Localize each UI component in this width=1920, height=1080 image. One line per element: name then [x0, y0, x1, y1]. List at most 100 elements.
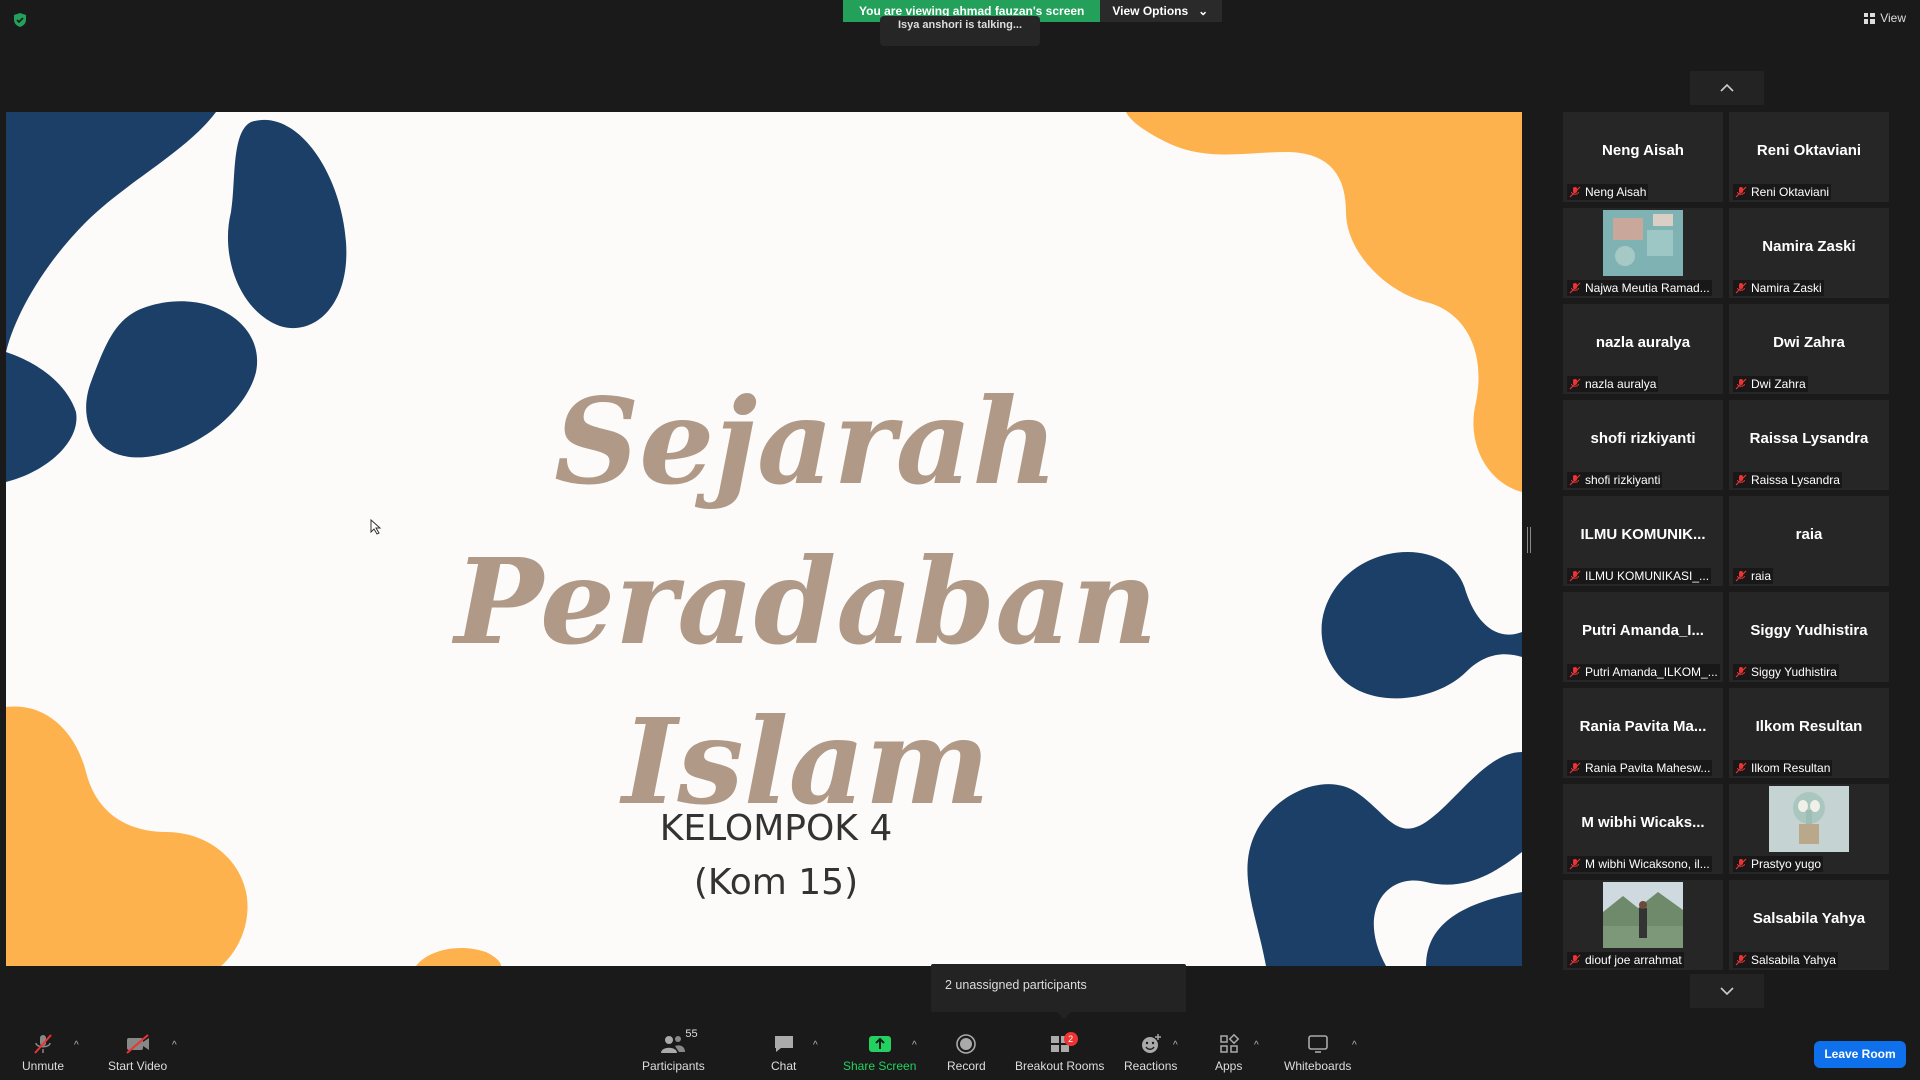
participant-tile[interactable]: Raissa Lysandra Raissa Lysandra [1729, 400, 1889, 490]
participant-name-label: Prastyo yugo [1733, 856, 1824, 872]
apps-icon [1219, 1033, 1239, 1053]
gallery-scroll-down-button[interactable] [1690, 974, 1764, 1008]
participant-photo [1603, 210, 1683, 276]
reactions-button[interactable]: Reactions [1124, 1030, 1177, 1073]
chat-label: Chat [771, 1059, 797, 1073]
participant-tile[interactable]: Reni Oktaviani Reni Oktaviani [1729, 112, 1889, 202]
active-speaker-indicator: Isya anshori is talking... [880, 16, 1040, 46]
view-options-button[interactable]: View Options ⌄ [1100, 0, 1223, 22]
participant-name: Ilkom Resultan [1751, 761, 1831, 775]
participant-name: Dwi Zahra [1751, 377, 1806, 391]
reactions-label: Reactions [1124, 1059, 1178, 1073]
share-options-caret[interactable]: ^ [912, 1040, 917, 1051]
participant-display-name: Salsabila Yahya [1752, 910, 1866, 927]
participant-display-name: Namira Zaski [1762, 238, 1856, 255]
chat-button[interactable]: Chat [771, 1030, 796, 1073]
participant-display-name: Siggy Yudhistira [1750, 622, 1868, 639]
view-button[interactable]: View [1864, 11, 1906, 25]
microphone-muted-icon [1735, 762, 1747, 774]
whiteboard-icon [1307, 1035, 1328, 1053]
participant-name: shofi rizkiyanti [1585, 473, 1661, 487]
participant-name-label: Neng Aisah [1567, 184, 1649, 200]
participant-display-name: Reni Oktaviani [1756, 142, 1862, 159]
unmute-label: Unmute [22, 1059, 65, 1073]
participant-tile[interactable]: shofi rizkiyanti shofi rizkiyanti [1563, 400, 1723, 490]
participant-tile[interactable]: Najwa Meutia Ramad... [1563, 208, 1723, 298]
start-video-label: Start Video [108, 1059, 168, 1073]
participant-tile[interactable]: Rania Pavita Ma... Rania Pavita Mahesw... [1563, 688, 1723, 778]
chevron-up-icon [1720, 84, 1734, 92]
microphone-muted-icon [1569, 282, 1581, 294]
microphone-muted-icon [1569, 858, 1581, 870]
slide-subtitle: KELOMPOK 4 (Kom 15) [506, 802, 1046, 910]
apps-options-caret[interactable]: ^ [1254, 1040, 1259, 1051]
unmute-button[interactable]: Unmute [22, 1030, 64, 1073]
chat-options-caret[interactable]: ^ [813, 1040, 818, 1051]
whiteboards-options-caret[interactable]: ^ [1352, 1040, 1357, 1051]
participant-name-label: Siggy Yudhistira [1733, 664, 1839, 680]
microphone-muted-icon [1735, 666, 1747, 678]
microphone-muted-icon [1569, 666, 1581, 678]
gallery-scroll-up-button[interactable] [1690, 71, 1764, 105]
participant-tile[interactable]: diouf joe arrahmat [1563, 880, 1723, 970]
participant-tile[interactable]: Siggy Yudhistira Siggy Yudhistira [1729, 592, 1889, 682]
share-screen-button[interactable]: Share Screen [843, 1030, 916, 1073]
participant-name: Salsabila Yahya [1751, 953, 1836, 967]
participant-tile[interactable]: Putri Amanda_I... Putri Amanda_ILKOM_... [1563, 592, 1723, 682]
participant-tile[interactable]: Neng Aisah Neng Aisah [1563, 112, 1723, 202]
microphone-muted-icon [1569, 570, 1581, 582]
view-options-label: View Options [1112, 4, 1189, 18]
participant-name-label: Reni Oktaviani [1733, 184, 1832, 200]
slide-subtitle-line2: (Kom 15) [693, 862, 859, 903]
microphone-muted-icon [1735, 378, 1747, 390]
breakout-rooms-label: Breakout Rooms [1015, 1059, 1105, 1073]
microphone-muted-icon [1735, 858, 1747, 870]
record-label: Record [947, 1059, 986, 1073]
participant-tile[interactable]: M wibhi Wicaks... M wibhi Wicaksono, il..… [1563, 784, 1723, 874]
microphone-muted-icon [1735, 474, 1747, 486]
microphone-muted-icon [1569, 762, 1581, 774]
leave-room-button[interactable]: Leave Room [1814, 1041, 1906, 1068]
participant-display-name: Ilkom Resultan [1755, 718, 1863, 735]
apps-button[interactable]: Apps [1215, 1030, 1242, 1073]
participant-display-name: raia [1795, 526, 1823, 543]
participant-display-name: Rania Pavita Ma... [1579, 718, 1707, 735]
video-options-caret[interactable]: ^ [172, 1040, 177, 1051]
whiteboards-label: Whiteboards [1284, 1059, 1352, 1073]
participant-gallery: Neng Aisah Neng Aisah Reni Oktaviani Reni O… [1563, 112, 1893, 970]
participant-tile[interactable]: Namira Zaski Namira Zaski [1729, 208, 1889, 298]
reactions-options-caret[interactable]: ^ [1173, 1040, 1178, 1051]
panel-resize-handle[interactable] [1527, 527, 1531, 553]
participant-name-label: Najwa Meutia Ramad... [1567, 280, 1712, 296]
start-video-button[interactable]: Start Video [108, 1030, 167, 1073]
participant-tile[interactable]: Ilkom Resultan Ilkom Resultan [1729, 688, 1889, 778]
participant-tile[interactable]: nazla auralya nazla auralya [1563, 304, 1723, 394]
unassigned-participants-tooltip: 2 unassigned participants [931, 964, 1186, 1019]
participant-name: Putri Amanda_ILKOM_... [1585, 665, 1718, 679]
slide-title-line1: Sejarah Peradaban [454, 372, 1158, 671]
audio-options-caret[interactable]: ^ [74, 1040, 79, 1051]
whiteboards-button[interactable]: Whiteboards [1284, 1030, 1351, 1073]
microphone-muted-icon [34, 1034, 52, 1054]
participant-tile[interactable]: Dwi Zahra Dwi Zahra [1729, 304, 1889, 394]
participant-name-label: Dwi Zahra [1733, 376, 1808, 392]
participant-name: Siggy Yudhistira [1751, 665, 1837, 679]
security-shield-icon[interactable] [12, 12, 28, 28]
participants-button[interactable]: 55 Participants [642, 1028, 705, 1073]
participant-tile[interactable]: Prastyo yugo [1729, 784, 1889, 874]
breakout-rooms-button[interactable]: 2 Breakout Rooms [1015, 1030, 1104, 1073]
grid-view-icon [1864, 12, 1876, 24]
participant-display-name: Dwi Zahra [1773, 334, 1845, 351]
participant-name-label: raia [1733, 568, 1774, 584]
shared-screen-slide: Sejarah Peradaban Islam KELOMPOK 4 (Kom … [6, 112, 1522, 966]
participant-name: nazla auralya [1585, 377, 1657, 391]
participant-tile[interactable]: raia raia [1729, 496, 1889, 586]
record-button[interactable]: Record [947, 1030, 986, 1073]
participant-tile[interactable]: ILMU KOMUNIK... ILMU KOMUNIKASI_... [1563, 496, 1723, 586]
video-off-icon [125, 1034, 149, 1054]
mouse-cursor-icon [370, 519, 382, 535]
participant-name: diouf joe arrahmat [1585, 953, 1682, 967]
participant-tile[interactable]: Salsabila Yahya Salsabila Yahya [1729, 880, 1889, 970]
microphone-muted-icon [1735, 570, 1747, 582]
participants-label: Participants [642, 1059, 705, 1073]
